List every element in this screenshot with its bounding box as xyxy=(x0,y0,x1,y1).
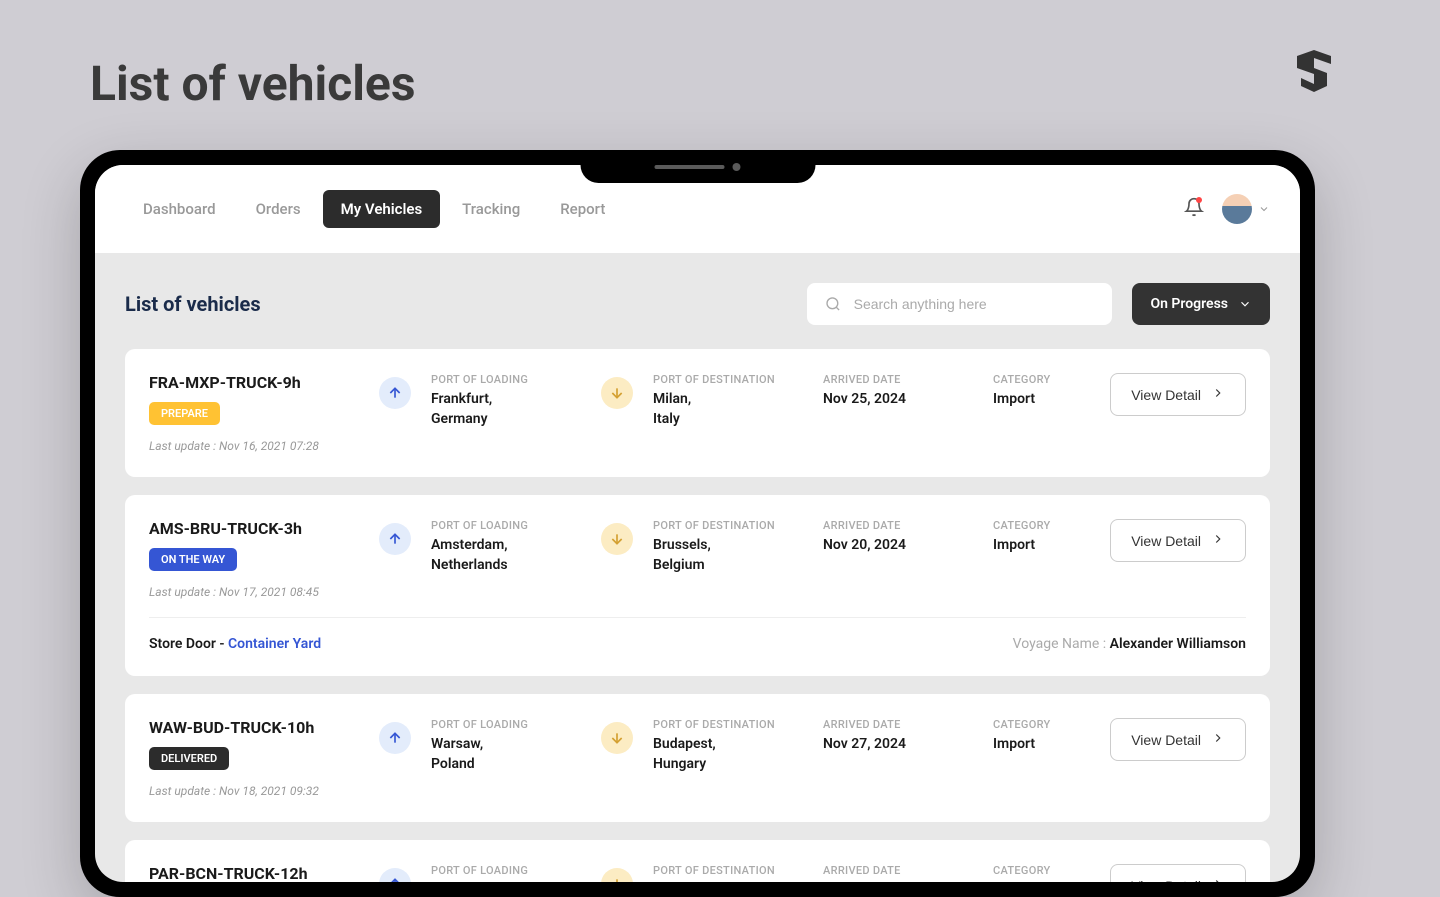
arrived-date-value: Nov 25, 2024 xyxy=(823,390,973,410)
arrow-up-icon xyxy=(379,523,411,555)
chevron-right-icon xyxy=(1211,877,1225,882)
arrow-up-icon xyxy=(379,377,411,409)
last-update: Last update : Nov 18, 2021 09:32 xyxy=(149,784,359,798)
arrow-down-icon xyxy=(601,377,633,409)
notification-dot-icon xyxy=(1196,197,1202,203)
view-detail-label: View Detail xyxy=(1131,533,1201,549)
arrow-up-icon xyxy=(379,722,411,754)
last-update: Last update : Nov 16, 2021 07:28 xyxy=(149,439,359,453)
status-badge: ON THE WAY xyxy=(149,548,237,571)
vehicle-name: PAR-BCN-TRUCK-12h xyxy=(149,864,359,882)
view-detail-button[interactable]: View Detail xyxy=(1110,864,1246,882)
category-value: Import xyxy=(993,390,1083,410)
nav-tab-my-vehicles[interactable]: My Vehicles xyxy=(323,190,441,228)
view-detail-label: View Detail xyxy=(1131,878,1201,883)
vehicle-card: PAR-BCN-TRUCK-12h PREPARE PORT OF LOADIN… xyxy=(125,840,1270,882)
arrow-down-icon xyxy=(601,868,633,882)
status-badge: DELIVERED xyxy=(149,747,229,770)
arrived-date-value: Nov 20, 2024 xyxy=(823,536,973,556)
port-destination-label: PORT OF DESTINATION xyxy=(653,373,803,386)
port-destination-label: PORT OF DESTINATION xyxy=(653,718,803,731)
nav-tab-orders[interactable]: Orders xyxy=(238,190,319,228)
vehicle-card: FRA-MXP-TRUCK-9h PREPARE Last update : N… xyxy=(125,349,1270,477)
nav-tab-dashboard[interactable]: Dashboard xyxy=(125,190,234,228)
vehicle-name: FRA-MXP-TRUCK-9h xyxy=(149,373,359,392)
vehicle-card: AMS-BRU-TRUCK-3h ON THE WAY Last update … xyxy=(125,495,1270,676)
avatar xyxy=(1222,194,1252,224)
port-loading-value: Frankfurt,Germany xyxy=(431,390,581,429)
brand-logo xyxy=(1293,50,1335,102)
route-from: Store Door xyxy=(149,636,216,652)
chevron-down-icon xyxy=(1238,297,1252,311)
view-detail-button[interactable]: View Detail xyxy=(1110,373,1246,416)
port-loading-label: PORT OF LOADING xyxy=(431,373,581,386)
port-loading-value: Paris,France xyxy=(431,881,581,882)
port-destination-label: PORT OF DESTINATION xyxy=(653,864,803,877)
category-value: Import xyxy=(993,881,1083,882)
card-footer: Store Door - Container Yard Voyage Name … xyxy=(149,617,1246,652)
page-title: List of vehicles xyxy=(90,55,416,112)
last-update: Last update : Nov 17, 2021 08:45 xyxy=(149,585,359,599)
device-notch xyxy=(580,150,815,183)
voyage-name: Alexander Williamson xyxy=(1110,636,1246,652)
chevron-right-icon xyxy=(1211,532,1225,549)
port-destination-value: Barcelona,Spain xyxy=(653,881,803,882)
nav-tab-tracking[interactable]: Tracking xyxy=(444,190,538,228)
port-loading-value: Warsaw,Poland xyxy=(431,735,581,774)
port-destination-value: Milan,Italy xyxy=(653,390,803,429)
chevron-down-icon xyxy=(1258,203,1270,215)
notification-bell[interactable] xyxy=(1184,197,1204,221)
screen: Dashboard Orders My Vehicles Tracking Re… xyxy=(95,165,1300,882)
arrow-up-icon xyxy=(379,868,411,882)
status-badge: PREPARE xyxy=(149,402,220,425)
category-label: CATEGORY xyxy=(993,718,1083,731)
arrived-date-label: ARRIVED DATE xyxy=(823,373,973,386)
vehicle-name: AMS-BRU-TRUCK-3h xyxy=(149,519,359,538)
arrow-down-icon xyxy=(601,722,633,754)
category-label: CATEGORY xyxy=(993,373,1083,386)
view-detail-button[interactable]: View Detail xyxy=(1110,718,1246,761)
view-detail-label: View Detail xyxy=(1131,732,1201,748)
port-loading-label: PORT OF LOADING xyxy=(431,864,581,877)
arrived-date-value: Nov 26, 2024 xyxy=(823,881,973,882)
arrived-date-value: Nov 27, 2024 xyxy=(823,735,973,755)
port-destination-value: Brussels,Belgium xyxy=(653,536,803,575)
filter-button[interactable]: On Progress xyxy=(1132,283,1270,325)
port-destination-value: Budapest,Hungary xyxy=(653,735,803,774)
chevron-right-icon xyxy=(1211,731,1225,748)
arrow-down-icon xyxy=(601,523,633,555)
search-icon xyxy=(825,295,841,313)
route-to-link[interactable]: Container Yard xyxy=(228,636,321,652)
chevron-right-icon xyxy=(1211,386,1225,403)
nav-tab-report[interactable]: Report xyxy=(542,190,623,228)
port-loading-label: PORT OF LOADING xyxy=(431,519,581,532)
category-value: Import xyxy=(993,735,1083,755)
view-detail-label: View Detail xyxy=(1131,387,1201,403)
vehicle-name: WAW-BUD-TRUCK-10h xyxy=(149,718,359,737)
arrived-date-label: ARRIVED DATE xyxy=(823,864,973,877)
filter-label: On Progress xyxy=(1150,296,1228,312)
port-destination-label: PORT OF DESTINATION xyxy=(653,519,803,532)
arrived-date-label: ARRIVED DATE xyxy=(823,519,973,532)
search-box[interactable] xyxy=(807,283,1112,325)
category-value: Import xyxy=(993,536,1083,556)
category-label: CATEGORY xyxy=(993,864,1083,877)
user-menu[interactable] xyxy=(1222,194,1270,224)
view-detail-button[interactable]: View Detail xyxy=(1110,519,1246,562)
category-label: CATEGORY xyxy=(993,519,1083,532)
vehicle-card: WAW-BUD-TRUCK-10h DELIVERED Last update … xyxy=(125,694,1270,822)
search-input[interactable] xyxy=(854,296,1095,312)
voyage-label: Voyage Name : xyxy=(1013,636,1110,652)
nav-tabs: Dashboard Orders My Vehicles Tracking Re… xyxy=(125,190,623,228)
port-loading-value: Amsterdam,Netherlands xyxy=(431,536,581,575)
content-title: List of vehicles xyxy=(125,292,261,316)
device-frame: Dashboard Orders My Vehicles Tracking Re… xyxy=(80,150,1315,897)
port-loading-label: PORT OF LOADING xyxy=(431,718,581,731)
arrived-date-label: ARRIVED DATE xyxy=(823,718,973,731)
